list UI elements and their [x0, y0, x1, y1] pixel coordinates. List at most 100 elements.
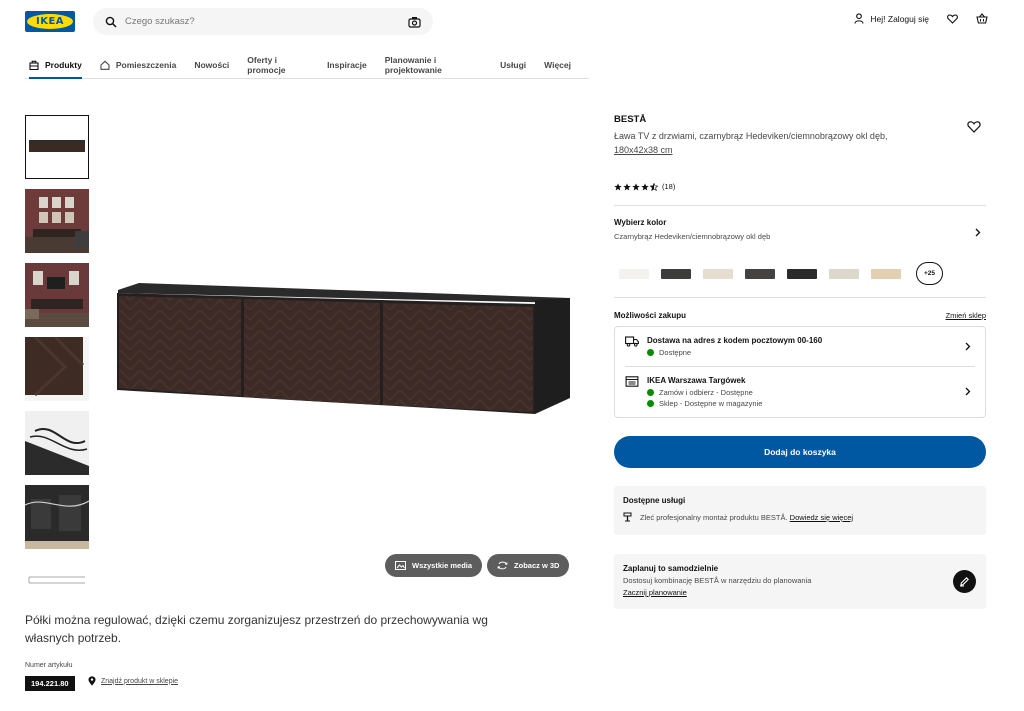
review-count: (18)	[662, 182, 676, 191]
nav-item-oferty[interactable]: Oferty i promocje	[247, 51, 309, 78]
product-rating[interactable]: (18)	[614, 182, 986, 191]
chevron-right-icon	[975, 228, 981, 237]
color-swatch[interactable]	[661, 268, 691, 279]
bag-icon	[29, 60, 39, 70]
main-nav: Produkty Pomieszczenia Nowości Oferty i …	[25, 51, 589, 79]
cart-icon[interactable]	[976, 13, 988, 24]
delivery-option[interactable]: Dostawa na adres z kodem pocztowym 00-16…	[625, 327, 975, 367]
color-swatch[interactable]	[829, 268, 859, 279]
product-main-image[interactable]	[110, 110, 580, 580]
location-pin-icon	[88, 676, 96, 686]
product-name: BESTÅ	[614, 114, 647, 125]
nav-label: Pomieszczenia	[115, 59, 177, 70]
thumbnail-strip	[25, 115, 89, 585]
article-number-label: Numer artykułu	[25, 662, 73, 669]
more-colors-button[interactable]: +25	[916, 262, 943, 285]
find-in-store-label: Znajdź produkt w sklepie	[101, 677, 179, 685]
search-bar[interactable]	[93, 8, 433, 35]
thumbnail-room-1[interactable]	[25, 189, 89, 253]
pencil-button[interactable]	[953, 570, 976, 593]
all-media-button[interactable]: Wszystkie media	[385, 554, 483, 577]
gallery-icon	[395, 561, 406, 570]
find-in-store-link[interactable]: Znajdź produkt w sklepie	[88, 676, 178, 686]
product-info-panel: BESTÅ Ława TV z drzwiami, czarnybrąz Hed…	[614, 114, 986, 609]
view-3d-button[interactable]: Zobacz w 3D	[487, 554, 570, 577]
thumbnail-door-detail[interactable]	[25, 337, 89, 401]
delivery-title: Dostawa na adres z kodem pocztowym 00-16…	[647, 336, 823, 345]
heart-icon[interactable]	[947, 13, 958, 24]
article-number: 194.221.80	[25, 676, 75, 691]
services-title: Dostępne usługi	[623, 496, 686, 505]
login-link[interactable]: Hej! Zaloguj się	[854, 13, 929, 24]
product-long-description: Półki można regulować, dzięki czemu zorg…	[25, 613, 488, 645]
nav-item-nowosci[interactable]: Nowości	[194, 51, 229, 78]
delivery-status: Dostępne	[659, 348, 692, 357]
nav-label: Więcej	[544, 59, 571, 70]
nav-label: Oferty i promocje	[247, 54, 286, 75]
nav-label: Planowanie i projektowanie	[384, 54, 442, 75]
nav-label: Nowości	[194, 59, 230, 70]
color-swatch[interactable]	[619, 268, 649, 279]
color-swatch[interactable]	[871, 268, 901, 279]
chevron-right-icon	[965, 342, 971, 350]
nav-item-planowanie[interactable]: Planowanie i projektowanie	[385, 51, 482, 78]
view-3d-label: Zobacz w 3D	[514, 561, 560, 570]
start-planning-link[interactable]: Zacznij planowanie	[623, 588, 977, 597]
purchase-options-header: Możliwości zakupu Zmień sklep	[614, 297, 986, 320]
color-swatch[interactable]	[703, 268, 733, 279]
add-to-cart-button[interactable]: Dodaj do koszyka	[614, 436, 986, 468]
all-media-label: Wszystkie media	[412, 561, 473, 570]
product-size-link[interactable]: 180x42x38 cm	[614, 145, 673, 155]
star-icon	[623, 182, 631, 190]
store-stock-status: Sklep - Dostępne w magazynie	[659, 399, 763, 408]
star-icon	[641, 182, 649, 190]
store-title: IKEA Warszawa Targówek	[647, 376, 746, 385]
product-description: Ława TV z drzwiami, czarnybrąz Hedeviken…	[614, 129, 914, 157]
thumbnail-drawing[interactable]	[25, 559, 89, 585]
nav-label: Usługi	[500, 59, 527, 70]
color-selector[interactable]: Wybierz kolor Czarnybrąz Hedeviken/ciemn…	[614, 205, 986, 241]
truck-icon	[625, 336, 639, 347]
purchase-title: Możliwości zakupu	[614, 311, 687, 320]
add-to-favourites-icon[interactable]	[967, 120, 981, 134]
user-icon	[854, 13, 864, 24]
thumbnail-room-2[interactable]	[25, 263, 89, 327]
color-swatch[interactable]	[787, 268, 817, 279]
star-icon	[614, 182, 622, 190]
search-input[interactable]	[125, 16, 408, 27]
available-dot	[647, 349, 654, 356]
planner-box[interactable]: Zaplanuj to samodzielnie Dostosuj kombin…	[614, 554, 986, 609]
nav-item-produkty[interactable]: Produkty	[29, 51, 82, 79]
color-swatch[interactable]	[745, 268, 775, 279]
camera-icon[interactable]	[408, 16, 421, 28]
search-icon	[105, 16, 117, 28]
half-star-icon	[650, 182, 658, 191]
thumbnail-cable-detail[interactable]	[25, 411, 89, 475]
logo-text: IKEA	[35, 16, 65, 27]
thumbnail-product[interactable]	[25, 115, 89, 179]
rating-stars	[614, 182, 658, 191]
home-icon	[100, 60, 110, 70]
nav-item-uslugi[interactable]: Usługi	[500, 51, 526, 78]
selected-color: Czarnybrąz Hedeviken/ciemnobrązowy okl d…	[614, 232, 771, 241]
planner-text: Dostosuj kombinację BESTÅ w narzędziu do…	[623, 576, 812, 585]
store-option[interactable]: IKEA Warszawa Targówek Zamów i odbierz -…	[625, 367, 975, 417]
login-label: Hej! Zaloguj się	[870, 13, 929, 24]
nav-item-inspiracje[interactable]: Inspiracje	[327, 51, 367, 78]
nav-label: Inspiracje	[327, 59, 367, 70]
thumbnail-back-detail[interactable]	[25, 485, 89, 549]
pencil-icon	[960, 577, 969, 587]
click-collect-status: Zamów i odbierz - Dostępne	[659, 388, 753, 397]
nav-item-pomieszczenia[interactable]: Pomieszczenia	[100, 51, 176, 78]
color-title: Wybierz kolor	[614, 218, 667, 227]
assembly-icon	[623, 512, 632, 522]
nav-label: Produkty	[45, 59, 82, 70]
rotate-3d-icon	[497, 561, 508, 570]
services-learn-more-link[interactable]: Dowiedz się więcej	[790, 513, 853, 522]
available-dot	[647, 400, 654, 407]
star-icon	[632, 182, 640, 190]
change-store-link[interactable]: Zmień sklep	[946, 311, 986, 320]
nav-item-wiecej[interactable]: Więcej	[544, 51, 571, 78]
chevron-right-icon	[965, 387, 971, 396]
ikea-logo[interactable]: IKEA	[25, 11, 75, 32]
